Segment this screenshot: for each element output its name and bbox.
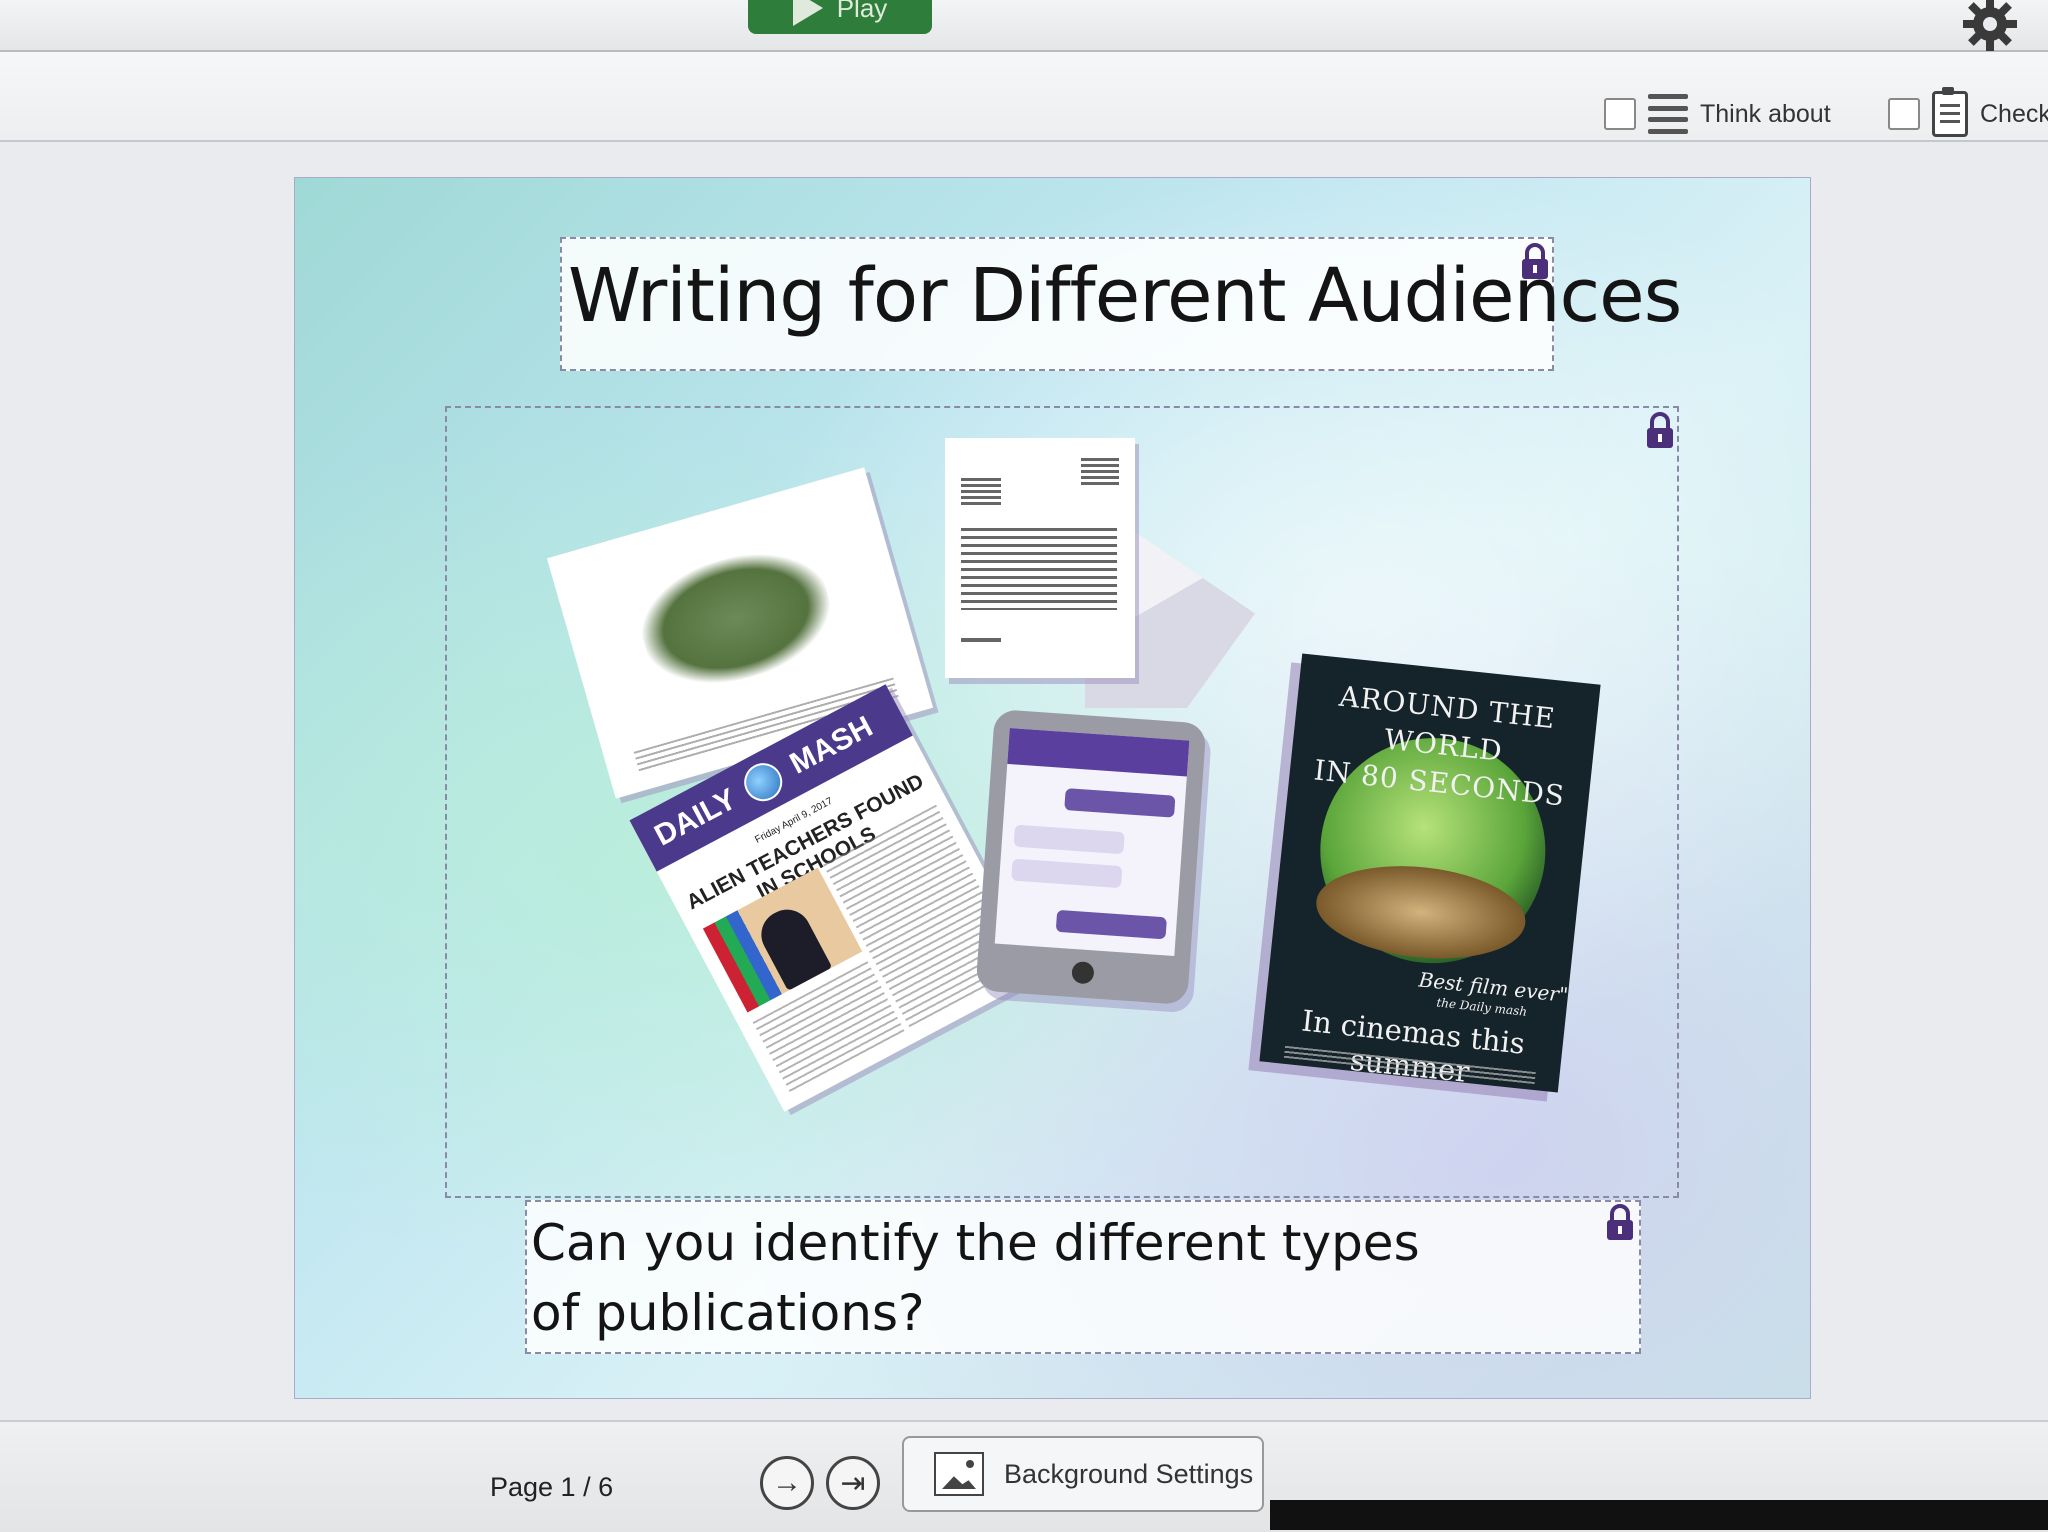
think-about-checkbox[interactable] bbox=[1604, 98, 1636, 130]
lines-icon bbox=[1648, 94, 1688, 134]
tablet-chat-image bbox=[975, 708, 1207, 1006]
tablet-screen bbox=[994, 728, 1190, 957]
play-icon bbox=[792, 0, 823, 26]
chat-header-bar bbox=[1007, 728, 1190, 777]
arrow-to-end-circle-icon: ⇥ bbox=[840, 1466, 866, 1500]
check-tool[interactable]: Check bbox=[1888, 87, 2048, 137]
background-settings-label: Background Settings bbox=[1004, 1458, 1254, 1489]
next-page-button[interactable]: → bbox=[760, 1456, 814, 1510]
tortoise-and-hare-illustration bbox=[628, 534, 844, 703]
page-indicator: Page 1 / 6 bbox=[490, 1472, 614, 1502]
globe-icon bbox=[737, 756, 790, 808]
last-page-button[interactable]: ⇥ bbox=[826, 1456, 880, 1510]
background-settings-button[interactable]: Background Settings bbox=[902, 1436, 1264, 1512]
question-textbox[interactable]: Can you identify the different types of … bbox=[525, 1200, 1641, 1354]
letter-image bbox=[945, 438, 1135, 678]
slide-title: Writing for Different Audiences bbox=[568, 253, 1682, 339]
title-textbox[interactable]: Writing for Different Audiences bbox=[560, 237, 1682, 371]
image-icon bbox=[934, 1452, 984, 1496]
slide-canvas[interactable]: Writing for Different Audiences DAILY MA… bbox=[295, 178, 1810, 1398]
toolbar: Think about Check bbox=[0, 52, 2048, 142]
screen-bezel bbox=[1270, 1500, 2048, 1530]
think-about-tool[interactable]: Think about bbox=[1604, 94, 1831, 134]
movie-poster-image: AROUND THE WORLD IN 80 SECONDS Best film… bbox=[1259, 653, 1601, 1093]
check-label: Check bbox=[1980, 99, 2048, 128]
play-button[interactable]: Play bbox=[748, 0, 932, 34]
question-text: Can you identify the different types of … bbox=[531, 1214, 1420, 1342]
gear-icon[interactable] bbox=[1960, 0, 2020, 54]
arrow-right-circle-icon: → bbox=[772, 1466, 802, 1499]
tablet-home-button bbox=[1071, 960, 1095, 985]
check-checkbox[interactable] bbox=[1888, 98, 1920, 130]
lock-icon[interactable] bbox=[1645, 412, 1675, 450]
clipboard-icon bbox=[1932, 87, 1968, 137]
lock-icon[interactable] bbox=[1605, 1204, 1635, 1242]
play-label: Play bbox=[836, 0, 888, 23]
top-bar: Play bbox=[0, 0, 2048, 52]
lock-icon[interactable] bbox=[1520, 243, 1550, 281]
think-about-label: Think about bbox=[1700, 99, 1831, 128]
